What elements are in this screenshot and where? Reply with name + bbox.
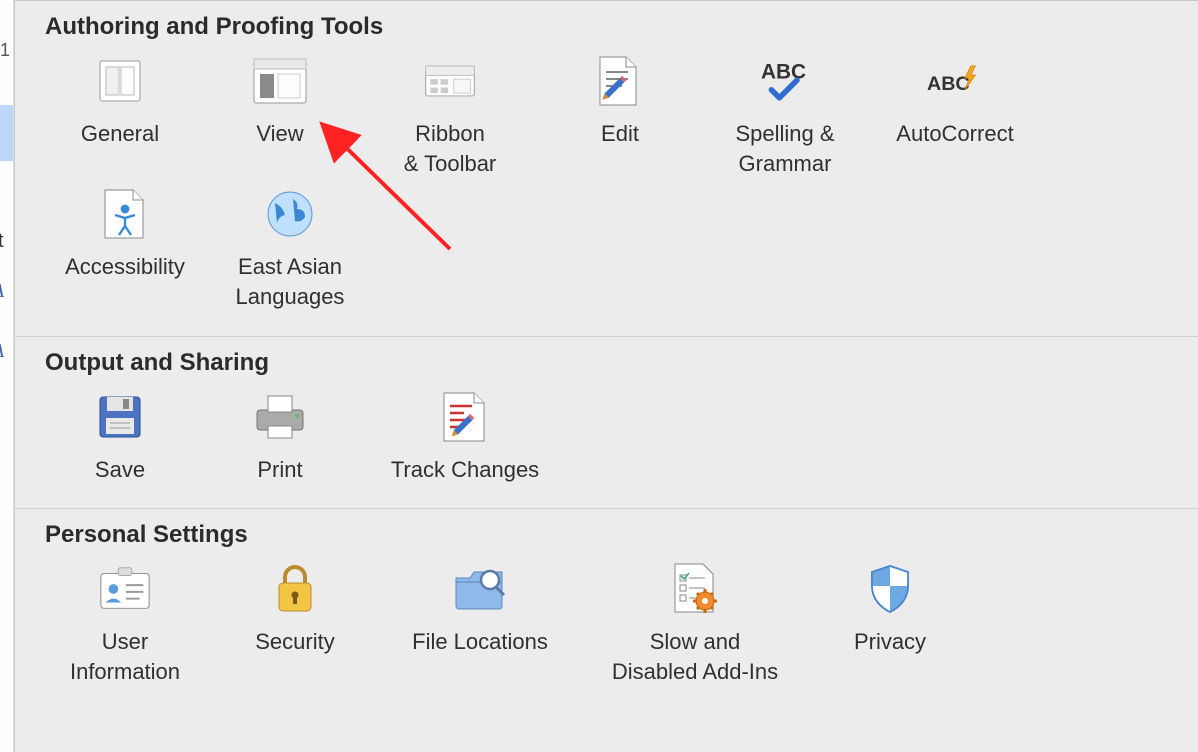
pref-spelling-grammar-button[interactable]: ABC Spelling &Grammar: [705, 53, 865, 178]
label: Privacy: [854, 627, 926, 657]
grid-personal: UserInformation Security: [15, 561, 1198, 694]
heading-authoring: Authoring and Proofing Tools: [45, 13, 1198, 41]
checklist-gear-icon: [667, 561, 723, 617]
label: Security: [255, 627, 334, 657]
pref-slow-disabled-addins-button[interactable]: Slow andDisabled Add-Ins: [585, 561, 805, 686]
floppy-disk-icon: [92, 389, 148, 445]
label: View: [256, 119, 303, 149]
pref-track-changes-button[interactable]: Track Changes: [365, 389, 565, 485]
pref-user-information-button[interactable]: UserInformation: [45, 561, 205, 686]
label: Edit: [601, 119, 639, 149]
svg-text:ABC: ABC: [927, 73, 970, 95]
label: AutoCorrect: [896, 119, 1013, 149]
selection-highlight: [0, 105, 13, 161]
id-card-icon: [97, 561, 153, 617]
label: Slow andDisabled Add-Ins: [612, 627, 778, 686]
label: File Locations: [412, 627, 548, 657]
track-changes-icon: [437, 389, 493, 445]
grid-authoring: General View: [15, 53, 1198, 320]
label: General: [81, 119, 159, 149]
heading-output: Output and Sharing: [45, 349, 1198, 377]
accessibility-person-icon: [97, 186, 153, 242]
pref-ribbon-toolbar-button[interactable]: Ribbon& Toolbar: [365, 53, 535, 178]
glyph-t: t: [0, 230, 4, 253]
label: Track Changes: [391, 455, 539, 485]
section-personal: Personal Settings UserInformation: [15, 509, 1198, 710]
pref-autocorrect-button[interactable]: ABC AutoCorrect: [875, 53, 1035, 178]
grid-output: Save Print: [15, 389, 1198, 493]
line-number: 1: [0, 40, 10, 61]
label: Spelling &Grammar: [735, 119, 834, 178]
pref-save-button[interactable]: Save: [45, 389, 195, 485]
pref-security-button[interactable]: Security: [215, 561, 375, 686]
label: UserInformation: [70, 627, 180, 686]
label: Accessibility: [65, 252, 185, 282]
label: Ribbon& Toolbar: [404, 119, 497, 178]
glyph-a2: A: [0, 340, 4, 363]
folder-magnifier-icon: [452, 561, 508, 617]
preferences-panel: Authoring and Proofing Tools General: [14, 0, 1198, 752]
padlock-icon: [267, 561, 323, 617]
pref-east-asian-languages-button[interactable]: East AsianLanguages: [215, 186, 365, 311]
pref-general-button[interactable]: General: [45, 53, 195, 178]
label: Print: [257, 455, 302, 485]
pref-view-button[interactable]: View: [205, 53, 355, 178]
label: Save: [95, 455, 145, 485]
pref-print-button[interactable]: Print: [205, 389, 355, 485]
document-pencil-icon: [592, 53, 648, 109]
ribbon-icon: [422, 53, 478, 109]
label: East AsianLanguages: [236, 252, 345, 311]
pref-edit-button[interactable]: Edit: [545, 53, 695, 178]
globe-icon: [262, 186, 318, 242]
layout-window-icon: [252, 53, 308, 109]
abc-lightning-icon: ABC: [927, 53, 983, 109]
abc-check-icon: ABC: [757, 53, 813, 109]
section-output: Output and Sharing Save: [15, 337, 1198, 510]
shield-icon: [862, 561, 918, 617]
printer-icon: [252, 389, 308, 445]
pref-privacy-button[interactable]: Privacy: [815, 561, 965, 686]
pref-file-locations-button[interactable]: File Locations: [385, 561, 575, 686]
toggle-switch-icon: [92, 53, 148, 109]
glyph-a: A: [0, 280, 4, 303]
pref-accessibility-button[interactable]: Accessibility: [45, 186, 205, 311]
heading-personal: Personal Settings: [45, 521, 1198, 549]
section-authoring: Authoring and Proofing Tools General: [15, 1, 1198, 337]
document-strip: 1 t A A: [0, 0, 14, 752]
